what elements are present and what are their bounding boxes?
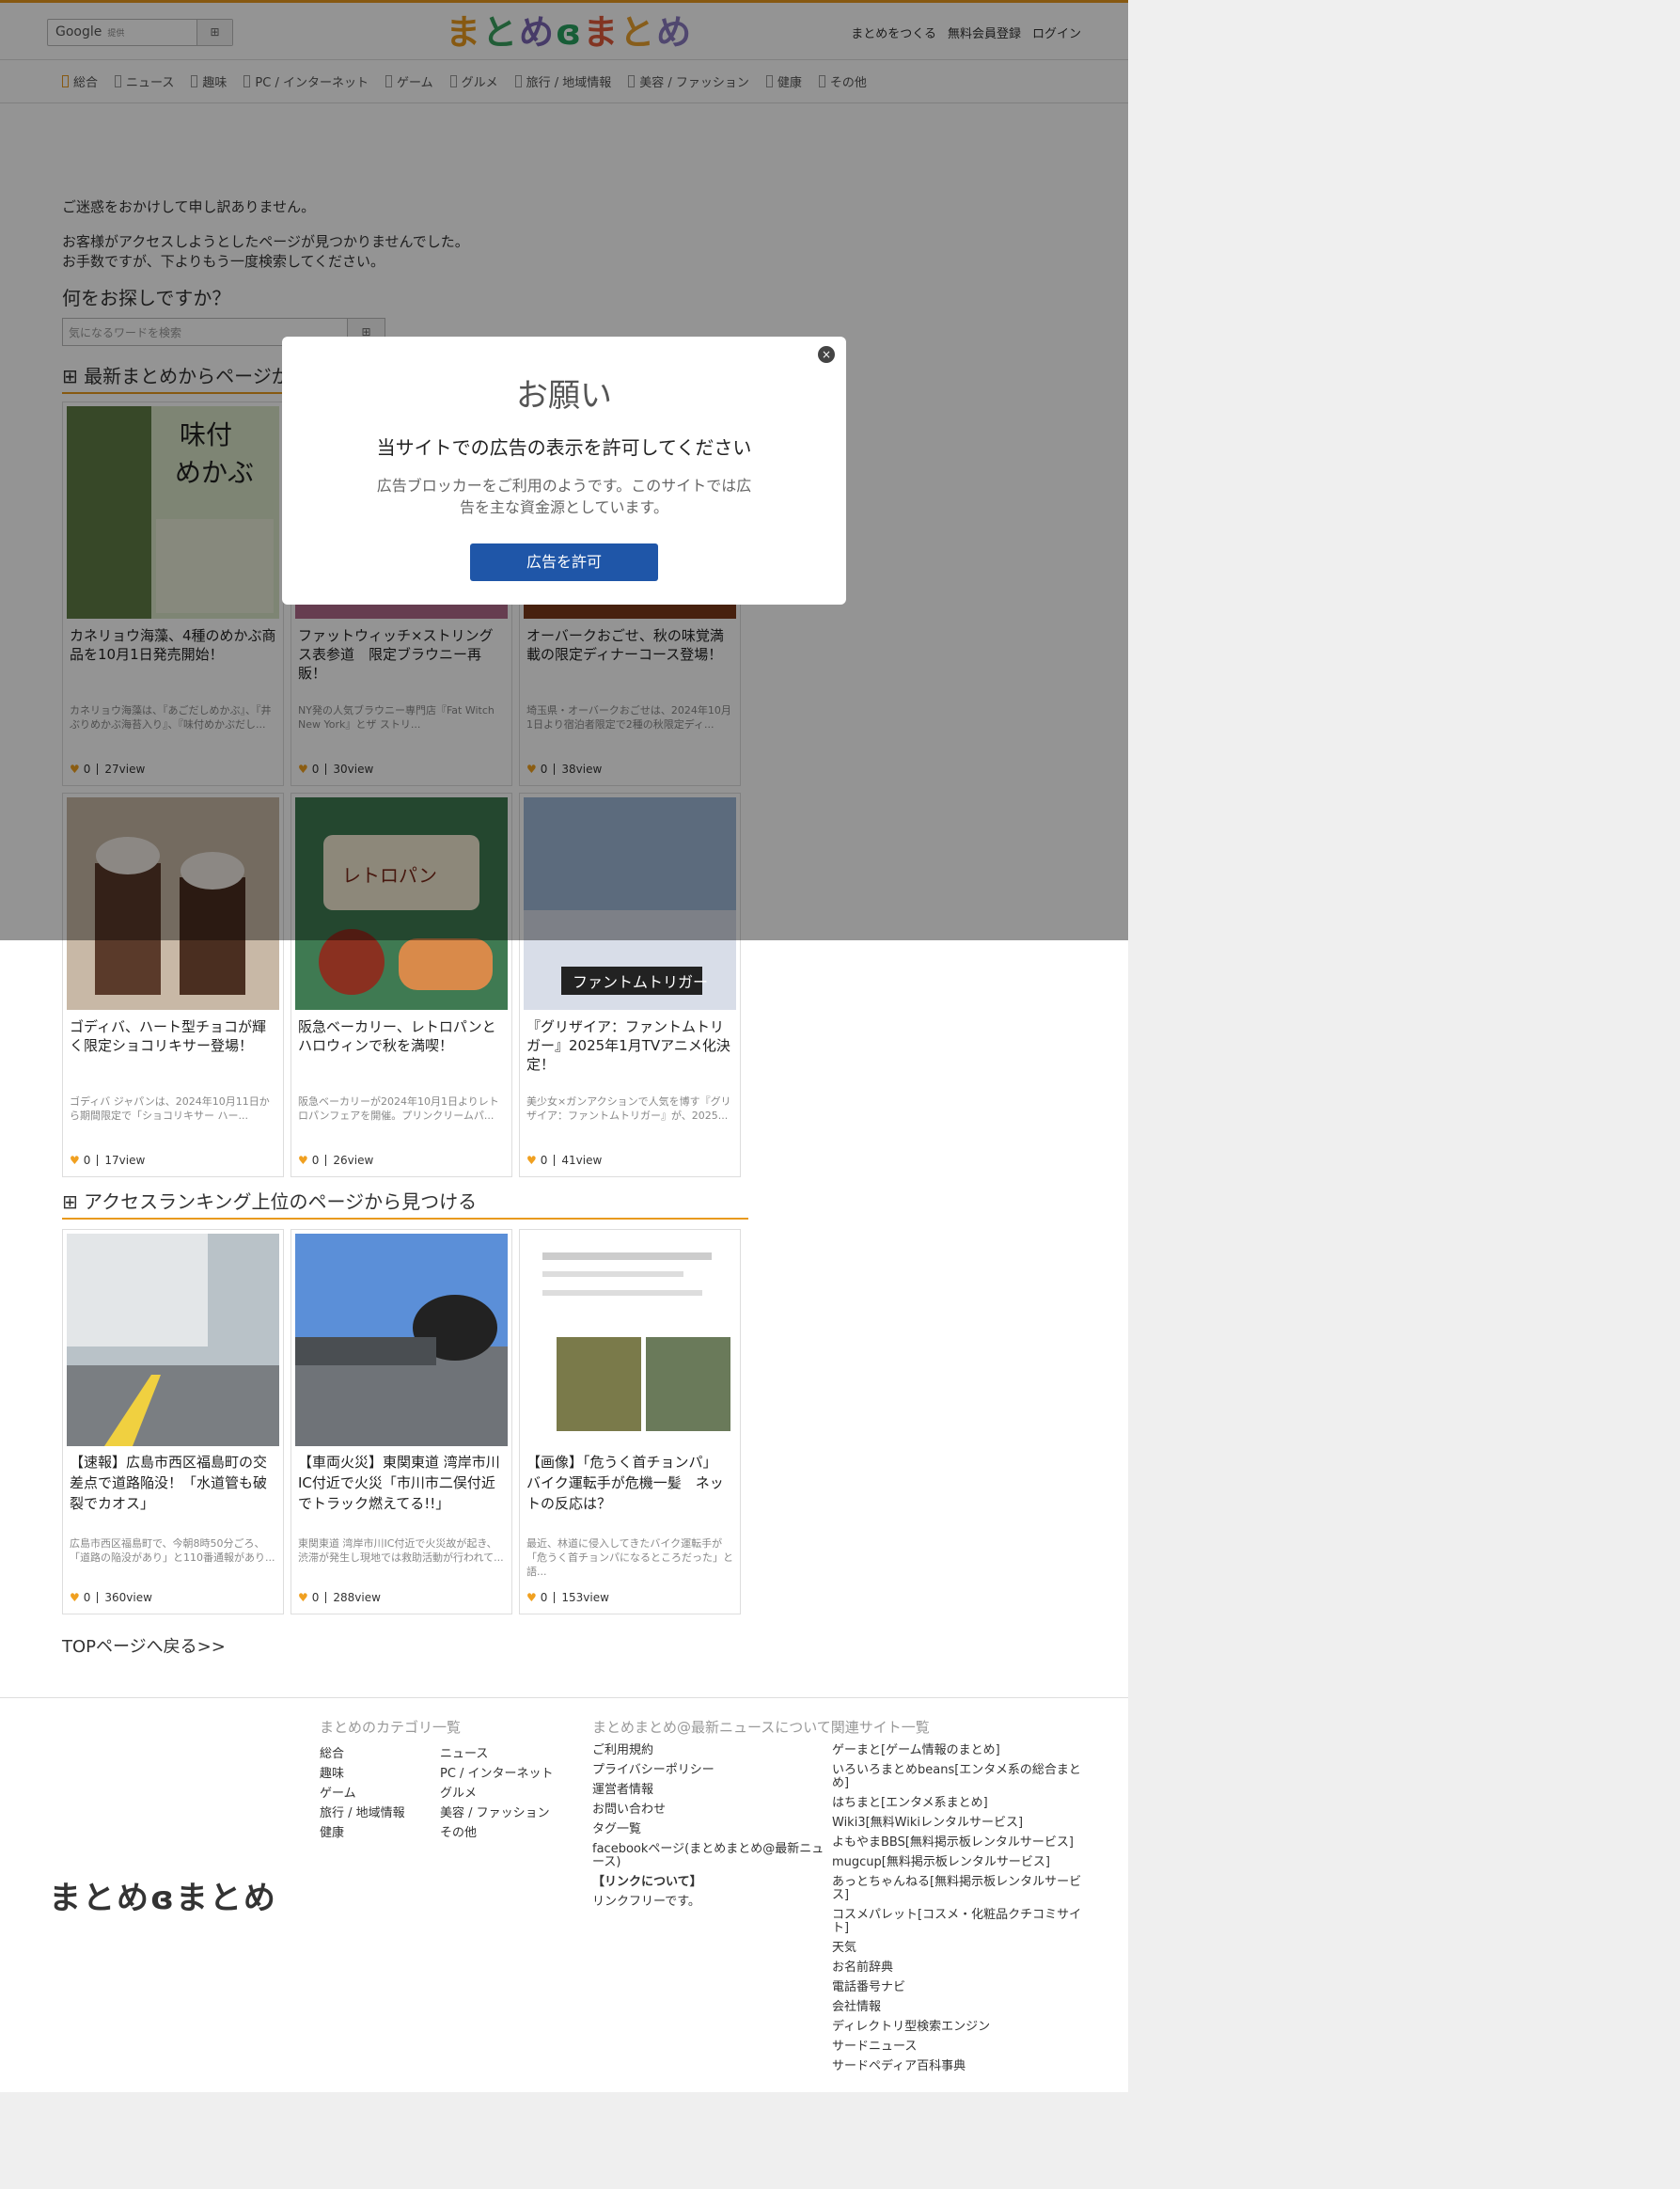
footer-link[interactable]: タグ一覧 bbox=[592, 1823, 832, 1836]
article-stats: ♥ 0 153view bbox=[526, 1591, 609, 1604]
article-desc: 阪急ベーカリーが2024年10月1日よりレトロパンフェアを開催。プリンクリームパ… bbox=[298, 1095, 499, 1122]
footer-link[interactable]: facebookページ(まとめまとめ@最新ニュース) bbox=[592, 1843, 832, 1869]
back-to-top-link[interactable]: TOPページへ戻る>> bbox=[62, 1633, 696, 1658]
footer-text: リンクフリーです。 bbox=[592, 1895, 700, 1909]
footer-site-link[interactable]: 会社情報 bbox=[832, 2001, 1086, 2014]
footer-cat-link[interactable]: 趣味 bbox=[320, 1764, 440, 1784]
article-thumbnail bbox=[524, 1234, 736, 1446]
footer-site-link[interactable]: いろいろまとめbeans[エンタメ系の総合まとめ] bbox=[832, 1764, 1086, 1790]
heart-icon: ♥ bbox=[298, 1591, 308, 1604]
article-desc: 東関東道 湾岸市川IC付近で火災故が起き、渋滞が発生し現地では救助活動が行われて… bbox=[298, 1537, 504, 1564]
page: Google 提供 ⊞ まとめɞまとめ まとめをつくる 無料会員登録 ログイン 総… bbox=[0, 0, 1128, 2092]
heart-icon: ♥ bbox=[70, 1591, 80, 1604]
footer-cat-link[interactable]: グルメ bbox=[440, 1784, 572, 1803]
article-stats: ♥ 0 288view bbox=[298, 1591, 381, 1604]
modal-title: お願い bbox=[516, 377, 612, 415]
footer-site-link[interactable]: 電話番号ナビ bbox=[832, 1981, 1086, 1994]
footer-categories: まとめのカテゴリ一覧 総合 ニュース 趣味 PC / インターネット ゲーム グ… bbox=[320, 1717, 573, 1843]
footer-site-link[interactable]: ゲーまと[ゲーム情報のまとめ] bbox=[832, 1744, 1086, 1757]
footer-site-link[interactable]: あっとちゃんねる[無料掲示板レンタルサービス] bbox=[832, 1876, 1086, 1902]
footer-site-link[interactable]: よもやまBBS[無料掲示板レンタルサービス] bbox=[832, 1836, 1086, 1850]
article-card[interactable]: 【画像】「危うく首チョンパ」 バイク運転手が危機一髪 ネットの反応は？ 最近、林… bbox=[519, 1229, 741, 1614]
footer-cat-link[interactable]: ゲーム bbox=[320, 1784, 440, 1803]
article-desc: 広島市西区福島町で、今朝8時50分ごろ、「道路の陥没があり」と110番通報があり… bbox=[70, 1537, 275, 1564]
modal-subtitle: 当サイトでの広告の表示を許可してください bbox=[376, 436, 752, 459]
footer-cat-heading: まとめのカテゴリ一覧 bbox=[320, 1719, 462, 1736]
article-card[interactable]: 【車両火災】東関東道 湾岸市川IC付近で火災「市川市二俣付近でトラック燃えてる!… bbox=[290, 1229, 512, 1614]
footer-cat-link[interactable]: 総合 bbox=[320, 1744, 440, 1764]
article-stats: ♥ 0 360view bbox=[70, 1591, 152, 1604]
heart-icon: ♥ bbox=[298, 1154, 308, 1167]
article-desc: ゴディバ ジャパンは、2024年10月11日から期間限定で「ショコリキサー ハー… bbox=[70, 1095, 270, 1122]
section-title-ranking: ⊞ アクセスランキング上位のページから見つける bbox=[62, 1187, 748, 1220]
footer-cat-link[interactable]: PC / インターネット bbox=[440, 1764, 572, 1784]
modal-body: 広告ブロッカーをご利用のようです。このサイトでは広告を主な資金源としています。 bbox=[376, 477, 752, 516]
footer-link[interactable]: お問い合わせ bbox=[592, 1803, 832, 1817]
footer-site-link[interactable]: 天気 bbox=[832, 1942, 1086, 1955]
footer-link[interactable]: ご利用規約 bbox=[592, 1744, 832, 1757]
heart-icon: ♥ bbox=[70, 1154, 80, 1167]
footer-site-link[interactable]: コスメパレット[コスメ・化粧品クチコミサイト] bbox=[832, 1909, 1086, 1935]
heart-icon: ♥ bbox=[526, 1591, 537, 1604]
footer-cat-link[interactable]: ニュース bbox=[440, 1744, 572, 1764]
article-stats: ♥ 0 17view bbox=[70, 1154, 146, 1167]
footer-cat-link[interactable]: 美容 / ファッション bbox=[440, 1803, 572, 1823]
footer-cat-link[interactable]: 健康 bbox=[320, 1823, 440, 1843]
footer-link[interactable]: 運営者情報 bbox=[592, 1784, 832, 1797]
article-stats: ♥ 0 41view bbox=[526, 1154, 603, 1167]
article-title[interactable]: 『グリザイア：ファントムトリガー』2025年1月TVアニメ化決定！ bbox=[524, 1017, 736, 1085]
footer-site-link[interactable]: お名前辞典 bbox=[832, 1961, 1086, 1975]
mascot-icon: ɞ bbox=[150, 1880, 176, 1917]
footer-cat-link[interactable]: その他 bbox=[440, 1823, 572, 1843]
close-icon[interactable]: × bbox=[818, 346, 835, 363]
article-title[interactable]: 【画像】「危うく首チョンパ」 バイク運転手が危機一髪 ネットの反応は？ bbox=[524, 1452, 736, 1536]
article-card[interactable]: 【速報】広島市西区福島町の交差点で道路陥没！「水道管も破裂でカオス」 広島市西区… bbox=[62, 1229, 284, 1614]
heart-icon: ♥ bbox=[526, 1154, 537, 1167]
footer-cat-link[interactable]: 旅行 / 地域情報 bbox=[320, 1803, 440, 1823]
article-title[interactable]: 【車両火災】東関東道 湾岸市川IC付近で火災「市川市二俣付近でトラック燃えてる!… bbox=[295, 1452, 508, 1536]
footer-text: 【リンクについて】 bbox=[592, 1875, 702, 1889]
article-desc: 最近、林道に侵入してきたバイク運転手が「危うく首チョンパになるところだった」と語… bbox=[526, 1537, 733, 1578]
footer-link[interactable]: プライバシーポリシー bbox=[592, 1764, 832, 1777]
footer: まとめɞまとめ まとめのカテゴリ一覧 総合 ニュース 趣味 PC / インターネ… bbox=[0, 1697, 1128, 2092]
article-title[interactable]: 【速報】広島市西区福島町の交差点で道路陥没！「水道管も破裂でカオス」 bbox=[67, 1452, 279, 1536]
allow-ads-button[interactable]: 広告を許可 bbox=[470, 543, 658, 581]
footer-site-link[interactable]: Wiki3[無料Wikiレンタルサービス] bbox=[832, 1817, 1086, 1830]
article-stats: ♥ 0 26view bbox=[298, 1154, 374, 1167]
svg-text:ファントムトリガー: ファントムトリガー bbox=[573, 973, 708, 991]
footer-site-link[interactable]: サードニュース bbox=[832, 2040, 1086, 2054]
footer-related: まとめまとめ@最新ニュースについて関連サイト一覧 ご利用規約 プライバシーポリシ… bbox=[592, 1717, 1119, 2080]
adblock-modal: × お願い 当サイトでの広告の表示を許可してください 広告ブロッカーをご利用のよ… bbox=[282, 337, 846, 605]
footer-rel-heading: まとめまとめ@最新ニュースについて関連サイト一覧 bbox=[592, 1719, 930, 1736]
article-title[interactable]: 阪急ベーカリー、レトロパンとハロウィンで秋を満喫！ bbox=[295, 1017, 508, 1085]
article-desc: 美少女×ガンアクションで人気を博す『グリザイア：ファントムトリガー』が、2025… bbox=[526, 1095, 731, 1122]
footer-site-link[interactable]: mugcup[無料掲示板レンタルサービス] bbox=[832, 1856, 1086, 1869]
ranking-grid: 【速報】広島市西区福島町の交差点で道路陥没！「水道管も破裂でカオス」 広島市西区… bbox=[62, 1229, 741, 1614]
article-title[interactable]: ゴディバ、ハート型チョコが輝く限定ショコリキサー登場！ bbox=[67, 1017, 279, 1085]
footer-logo[interactable]: まとめɞまとめ bbox=[49, 1872, 277, 1918]
article-thumbnail bbox=[67, 1234, 279, 1446]
article-thumbnail bbox=[295, 1234, 508, 1446]
footer-site-link[interactable]: はちまと[エンタメ系まとめ] bbox=[832, 1797, 1086, 1810]
footer-site-link[interactable]: サードペディア百科事典 bbox=[832, 2060, 1086, 2073]
footer-site-link[interactable]: ディレクトリ型検索エンジン bbox=[832, 2021, 1086, 2034]
